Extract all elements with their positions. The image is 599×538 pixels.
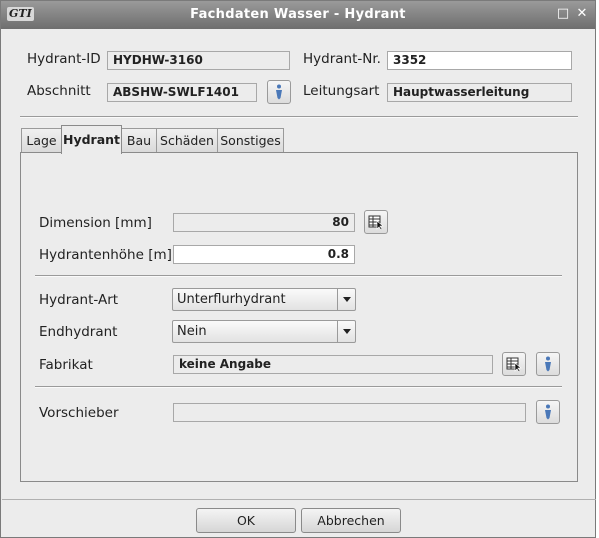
hydrant-art-label: Hydrant-Art — [39, 292, 119, 308]
hydrant-art-select[interactable]: Unterflurhydrant — [172, 288, 356, 311]
header-separator — [20, 116, 578, 118]
panel-separator-1 — [35, 275, 562, 277]
fabrikat-label: Fabrikat — [39, 357, 93, 373]
info-pen-icon — [545, 404, 551, 420]
hydrant-id-field: HYDHW-3160 — [107, 51, 290, 70]
hydrant-nr-input[interactable]: 3352 — [387, 51, 572, 70]
tab-sonstiges[interactable]: Sonstiges — [217, 128, 284, 152]
cancel-button[interactable]: Abbrechen — [301, 508, 401, 533]
info-pen-icon — [276, 84, 282, 100]
dimension-picker-button[interactable] — [364, 210, 388, 234]
window-title: Fachdaten Wasser - Hydrant — [190, 7, 406, 22]
maximize-button[interactable]: □ — [555, 6, 571, 22]
tab-schaeden[interactable]: Schäden — [156, 128, 218, 152]
info-pen-icon — [545, 356, 551, 372]
hoehe-label: Hydrantenhöhe [m] — [39, 247, 172, 263]
dimension-field: 80 — [173, 213, 355, 232]
abschnitt-info-button[interactable] — [267, 80, 291, 104]
table-picker-icon — [506, 357, 522, 372]
fabrikat-info-button[interactable] — [536, 352, 560, 376]
tab-hydrant[interactable]: Hydrant — [61, 125, 122, 154]
chevron-down-icon[interactable] — [337, 289, 355, 310]
hydrant-art-value: Unterflurhydrant — [177, 292, 286, 307]
vorschieber-field — [173, 403, 526, 422]
title-bar[interactable]: GTI Fachdaten Wasser - Hydrant □ ✕ — [1, 1, 595, 29]
panel-separator-2 — [35, 386, 562, 388]
close-button[interactable]: ✕ — [574, 6, 590, 22]
leitungsart-field: Hauptwasserleitung — [387, 83, 572, 102]
ok-button[interactable]: OK — [196, 508, 296, 533]
dimension-label: Dimension [mm] — [39, 215, 152, 231]
abschnitt-field: ABSHW-SWLF1401 — [107, 83, 257, 102]
fabrikat-picker-button[interactable] — [502, 352, 526, 376]
vorschieber-label: Vorschieber — [39, 405, 119, 421]
vorschieber-info-button[interactable] — [536, 400, 560, 424]
hydrant-nr-label: Hydrant-Nr. — [303, 51, 381, 67]
hydrant-id-label: Hydrant-ID — [27, 51, 101, 67]
endhydrant-value: Nein — [177, 324, 207, 339]
table-picker-icon — [368, 215, 384, 230]
footer-separator — [2, 499, 596, 500]
fabrikat-field: keine Angabe — [173, 355, 493, 374]
hydrant-tab-panel: Dimension [mm] 80 Hydrantenhöhe [m] 0.8 … — [20, 152, 578, 482]
chevron-down-icon[interactable] — [337, 321, 355, 342]
tab-lage[interactable]: Lage — [21, 128, 62, 152]
dialog-window: GTI Fachdaten Wasser - Hydrant □ ✕ Hydra… — [0, 0, 596, 538]
abschnitt-label: Abschnitt — [27, 83, 91, 99]
hoehe-input[interactable]: 0.8 — [173, 245, 355, 264]
tab-bau[interactable]: Bau — [121, 128, 157, 152]
endhydrant-select[interactable]: Nein — [172, 320, 356, 343]
endhydrant-label: Endhydrant — [39, 324, 118, 340]
leitungsart-label: Leitungsart — [303, 83, 380, 99]
